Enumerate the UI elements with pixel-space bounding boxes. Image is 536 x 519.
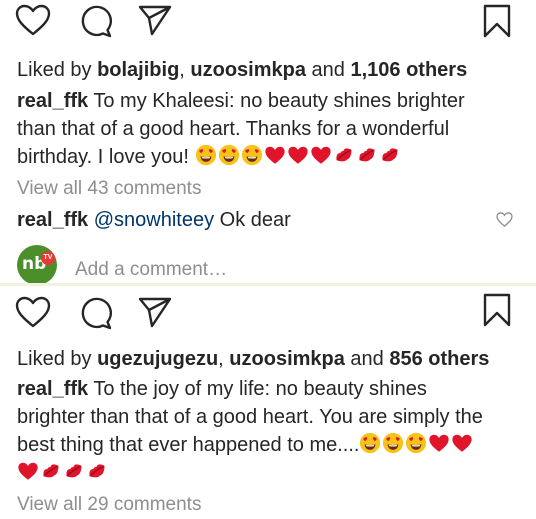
- caption-line: brighter than that of a good heart. You …: [17, 403, 483, 431]
- red-heart-icon: [264, 144, 286, 174]
- red-heart-icon: [287, 144, 309, 174]
- likes-summary: Liked by bolajibig, uzoosimkpa and 1,106…: [17, 56, 467, 84]
- red-heart-icon: [17, 460, 39, 490]
- avatar: nb TV: [17, 245, 57, 285]
- heart-eyes-icon: [218, 144, 240, 174]
- comment-icon[interactable]: [79, 296, 113, 330]
- post-2: Liked by ugezujugezu, uzoosimkpa and 856…: [0, 286, 536, 515]
- likes-separator: ,: [218, 348, 230, 370]
- caption-line: [17, 459, 109, 490]
- save-bookmark-icon[interactable]: [483, 293, 511, 327]
- view-all-comments-link[interactable]: View all 29 comments: [17, 491, 201, 519]
- kiss-lips-icon: [356, 144, 378, 174]
- share-icon[interactable]: [138, 4, 172, 36]
- kiss-lips-icon: [40, 460, 62, 490]
- post-1: Liked by bolajibig, uzoosimkpa and 1,106…: [0, 0, 536, 286]
- kiss-lips-icon: [379, 144, 401, 174]
- likes-prefix: Liked by: [17, 59, 98, 81]
- add-comment-input[interactable]: Add a comment…: [75, 256, 227, 284]
- save-bookmark-icon[interactable]: [483, 4, 511, 38]
- comment-icon[interactable]: [79, 4, 113, 38]
- red-heart-icon: [428, 432, 450, 462]
- likes-separator: ,: [179, 59, 191, 81]
- kiss-lips-icon: [333, 144, 355, 174]
- like-heart-icon[interactable]: [15, 4, 51, 36]
- caption-text: birthday. I love you!: [17, 146, 195, 168]
- likes-and: and: [305, 59, 351, 81]
- kiss-lips-icon: [86, 460, 108, 490]
- share-icon[interactable]: [138, 296, 172, 328]
- comment: real_ffk @snowhiteey Ok dear: [17, 206, 291, 234]
- heart-eyes-icon: [195, 144, 217, 174]
- caption-text: brighter than that of a good heart. You …: [17, 406, 483, 428]
- like-heart-icon[interactable]: [15, 296, 51, 328]
- likes-prefix: Liked by: [17, 348, 98, 370]
- caption-author[interactable]: real_ffk: [17, 378, 88, 400]
- caption-author[interactable]: real_ffk: [17, 90, 88, 112]
- avatar-badge: TV: [41, 251, 55, 265]
- likes-and: and: [344, 348, 390, 370]
- liker-username[interactable]: uzoosimkpa: [229, 348, 345, 370]
- caption-line: than that of a good heart. Thanks for a …: [17, 115, 449, 143]
- caption-text: To the joy of my life: no beauty shines: [88, 378, 427, 400]
- caption-text: than that of a good heart. Thanks for a …: [17, 118, 450, 140]
- heart-eyes-icon: [241, 144, 263, 174]
- heart-eyes-icon: [382, 432, 404, 462]
- likes-count[interactable]: 856 others: [389, 348, 489, 370]
- likes-count[interactable]: 1,106 others: [350, 59, 467, 81]
- kiss-lips-icon: [63, 460, 85, 490]
- caption-text: To my Khaleesi: no beauty shines brighte…: [88, 90, 465, 112]
- caption-line: birthday. I love you!: [17, 143, 402, 174]
- liker-username[interactable]: ugezujugezu: [97, 348, 218, 370]
- heart-eyes-icon: [359, 432, 381, 462]
- caption-emojis: [195, 144, 402, 168]
- liker-username[interactable]: uzoosimkpa: [190, 59, 306, 81]
- comment-author[interactable]: real_ffk: [17, 209, 88, 231]
- caption-emojis: [17, 462, 109, 484]
- caption-line: best thing that ever happened to me....: [17, 431, 474, 462]
- view-all-comments-link[interactable]: View all 43 comments: [17, 175, 201, 203]
- caption-line: real_ffk To the joy of my life: no beaut…: [17, 375, 427, 403]
- comment-like-heart-icon[interactable]: [496, 212, 513, 232]
- red-heart-icon: [310, 144, 332, 174]
- caption-line: real_ffk To my Khaleesi: no beauty shine…: [17, 87, 465, 115]
- caption-text: best thing that ever happened to me....: [17, 434, 360, 456]
- comment-mention[interactable]: @snowhiteey: [94, 209, 214, 231]
- caption-emojis: [359, 432, 474, 456]
- heart-eyes-icon: [405, 432, 427, 462]
- liker-username[interactable]: bolajibig: [97, 59, 179, 81]
- red-heart-icon: [451, 432, 473, 462]
- comment-text: Ok dear: [214, 209, 291, 231]
- likes-summary: Liked by ugezujugezu, uzoosimkpa and 856…: [17, 345, 489, 373]
